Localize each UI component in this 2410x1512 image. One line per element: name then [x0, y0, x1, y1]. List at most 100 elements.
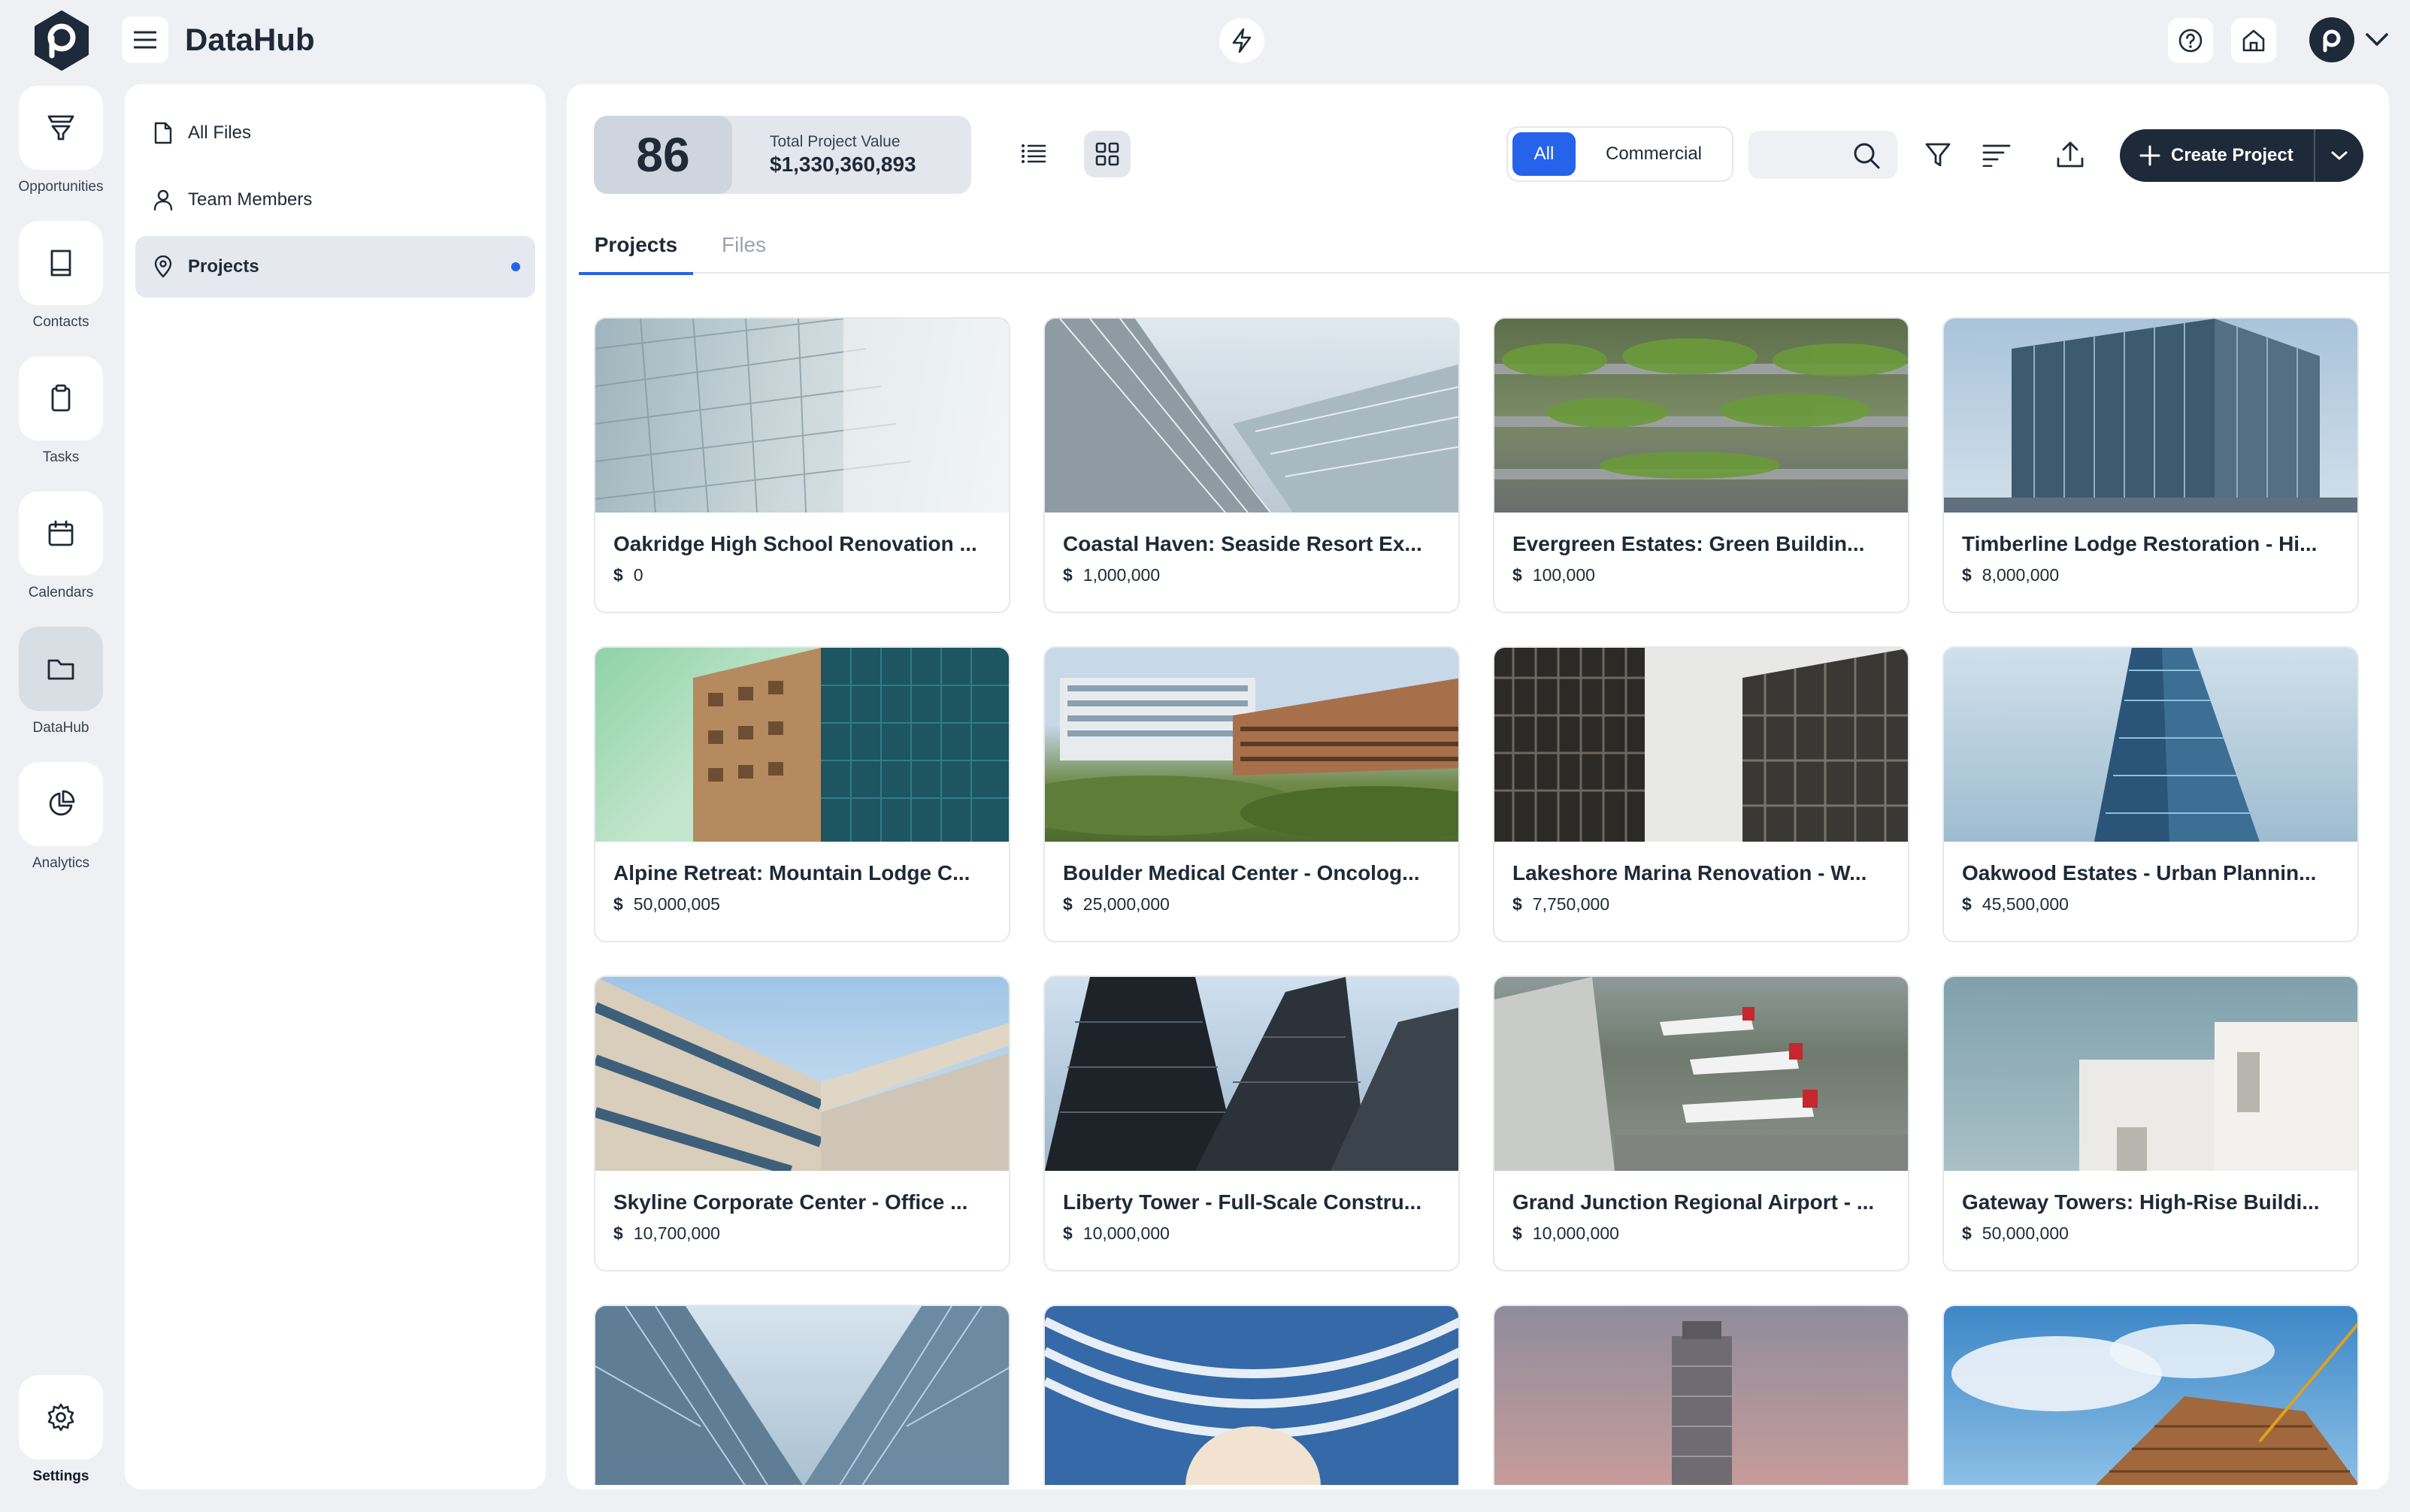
project-title: Oakwood Estates - Urban Plannin...: [1962, 861, 2317, 885]
home-button[interactable]: [2231, 18, 2276, 63]
gear-icon: [46, 1402, 76, 1432]
upload-icon: [2056, 141, 2085, 169]
tab-files[interactable]: Files: [722, 216, 766, 274]
project-title: Coastal Haven: Seaside Resort Ex...: [1063, 532, 1422, 555]
filter-commercial-button[interactable]: Commercial: [1606, 144, 1702, 165]
export-button[interactable]: [2052, 137, 2088, 173]
project-title: Liberty Tower - Full-Scale Constru...: [1063, 1190, 1422, 1214]
project-card[interactable]: Boulder Medical Center - Oncolog... $25,…: [1043, 646, 1460, 942]
currency-symbol: $: [1962, 565, 1972, 585]
project-value: $1,000,000: [1063, 565, 1440, 585]
project-amount: 7,750,000: [1532, 894, 1610, 914]
project-thumbnail: [1494, 319, 1908, 513]
project-card[interactable]: [594, 1305, 1010, 1485]
rail-item-analytics[interactable]: Analytics: [0, 762, 122, 872]
app-title: DataHub: [185, 22, 315, 57]
avatar: [2309, 17, 2354, 62]
project-thumbnail: [1045, 648, 1458, 842]
project-thumbnail: [1944, 319, 2357, 513]
account-menu[interactable]: [2309, 17, 2396, 63]
project-amount: 1,000,000: [1082, 565, 1161, 585]
grid-icon: [1094, 141, 1120, 167]
project-card[interactable]: Lakeshore Marina Renovation - W... $7,75…: [1493, 646, 1909, 942]
sidebar-item-team-members[interactable]: Team Members: [135, 169, 535, 231]
list-icon: [1021, 143, 1046, 165]
rail-label: Analytics: [32, 855, 90, 871]
create-project-button[interactable]: Create Project: [2120, 129, 2314, 182]
project-card[interactable]: Alpine Retreat: Mountain Lodge C... $50,…: [594, 646, 1010, 942]
create-project-split-button: Create Project: [2120, 129, 2363, 182]
user-icon: [152, 189, 174, 211]
rail-button: [19, 1375, 103, 1459]
project-grid: Oakridge High School Renovation ... $0 C…: [594, 317, 2360, 1485]
search-icon[interactable]: [1852, 141, 1881, 170]
help-button[interactable]: [2168, 18, 2213, 63]
project-card[interactable]: Grand Junction Regional Airport - ... $1…: [1493, 975, 1909, 1272]
calendar-icon: [46, 519, 76, 549]
quick-actions-button[interactable]: [1219, 18, 1264, 63]
search-input[interactable]: [1748, 131, 1861, 179]
rail-item-settings[interactable]: Settings: [0, 1375, 122, 1485]
rail-item-tasks[interactable]: Tasks: [0, 356, 122, 466]
project-card[interactable]: [1043, 1305, 1460, 1485]
app-logo-icon[interactable]: [33, 11, 90, 71]
tab-label: Projects: [594, 233, 678, 256]
tab-projects[interactable]: Projects: [579, 216, 693, 275]
project-card[interactable]: Gateway Towers: High-Rise Buildi... $50,…: [1942, 975, 2359, 1272]
sidebar-item-label: Projects: [188, 256, 259, 277]
active-indicator-dot: [511, 262, 520, 271]
sidebar-item-all-files[interactable]: All Files: [135, 102, 535, 164]
project-value: $10,000,000: [1063, 1223, 1440, 1244]
rail-item-contacts[interactable]: Contacts: [0, 221, 122, 331]
project-thumbnail: [1944, 977, 2357, 1171]
project-amount: 50,000,000: [1982, 1223, 2069, 1243]
active-tab-indicator: [579, 272, 693, 275]
list-view-button[interactable]: [1010, 131, 1057, 177]
sidebar-item-projects[interactable]: Projects: [135, 236, 535, 298]
plus-icon: [2139, 145, 2171, 166]
currency-symbol: $: [1512, 1223, 1522, 1243]
project-card[interactable]: [1942, 1305, 2359, 1485]
rail-button-active: [19, 627, 103, 711]
projects-panel: 86 Total Project Value $1,330,360,893 Al…: [567, 84, 2389, 1489]
currency-symbol: $: [1512, 565, 1522, 585]
rail-item-calendars[interactable]: Calendars: [0, 491, 122, 601]
project-title: Lakeshore Marina Renovation - W...: [1512, 861, 1867, 885]
filter-button[interactable]: [1920, 137, 1956, 173]
project-value: $45,500,000: [1962, 894, 2339, 915]
project-title: Timberline Lodge Restoration - Hi...: [1962, 532, 2318, 555]
menu-toggle-button[interactable]: [122, 17, 168, 63]
rail-item-datahub[interactable]: DataHub: [0, 627, 122, 736]
project-title: Evergreen Estates: Green Buildin...: [1512, 532, 1865, 555]
project-card[interactable]: Oakwood Estates - Urban Plannin... $45,5…: [1942, 646, 2359, 942]
project-card[interactable]: Evergreen Estates: Green Buildin... $100…: [1493, 317, 1909, 613]
project-card[interactable]: Skyline Corporate Center - Office ... $1…: [594, 975, 1010, 1272]
sort-button[interactable]: [1979, 137, 2015, 173]
total-value-label: Total Project Value: [770, 133, 901, 150]
create-options-dropdown[interactable]: [2315, 129, 2363, 182]
currency-symbol: $: [1063, 1223, 1073, 1243]
project-thumbnail: [1494, 648, 1908, 842]
sort-icon: [1982, 143, 2011, 167]
grid-view-button[interactable]: [1084, 131, 1131, 177]
project-card[interactable]: Oakridge High School Renovation ... $0: [594, 317, 1010, 613]
filter-all-button[interactable]: All: [1512, 132, 1576, 176]
map-pin-icon: [152, 256, 174, 278]
summary-meta: Total Project Value $1,330,360,893: [732, 133, 916, 177]
currency-symbol: $: [613, 1223, 623, 1243]
project-amount: 10,000,000: [1532, 1223, 1619, 1243]
project-card[interactable]: [1493, 1305, 1909, 1485]
project-card[interactable]: Timberline Lodge Restoration - Hi... $8,…: [1942, 317, 2359, 613]
project-card[interactable]: Liberty Tower - Full-Scale Constru... $1…: [1043, 975, 1460, 1272]
project-title: Gateway Towers: High-Rise Buildi...: [1962, 1190, 2320, 1214]
sidebar-item-label: All Files: [188, 122, 252, 143]
rail-button: [19, 491, 103, 576]
project-value: $25,000,000: [1063, 894, 1440, 915]
rail-item-opportunities[interactable]: Opportunities: [0, 86, 122, 195]
currency-symbol: $: [1063, 565, 1073, 585]
project-amount: 10,000,000: [1082, 1223, 1170, 1243]
project-thumbnail: [1494, 1306, 1908, 1485]
file-icon: [152, 122, 174, 144]
project-card[interactable]: Coastal Haven: Seaside Resort Ex... $1,0…: [1043, 317, 1460, 613]
datahub-sidebar: All Files Team Members Projects: [125, 84, 546, 1489]
